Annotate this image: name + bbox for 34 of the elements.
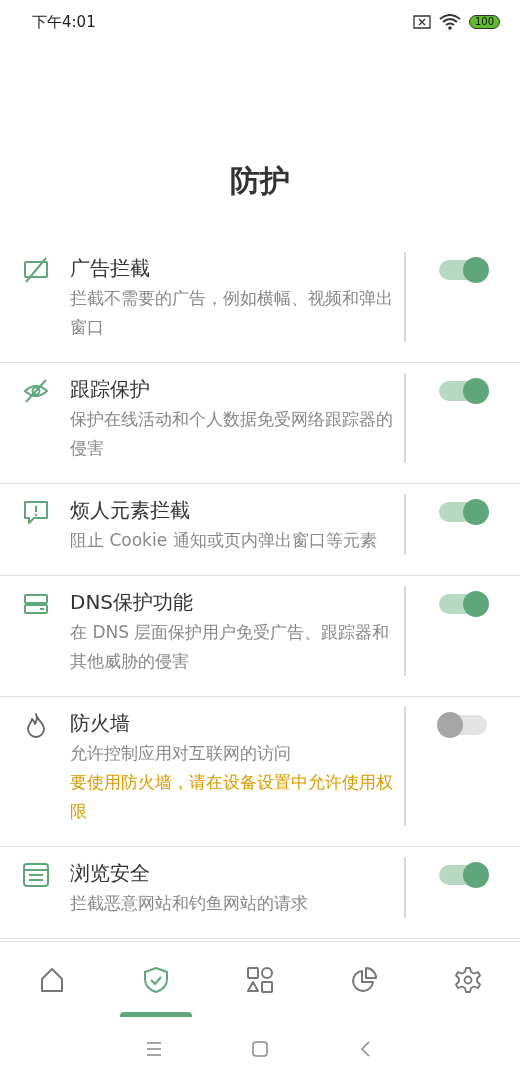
toggle-switch[interactable] — [439, 260, 487, 280]
status-time: 下午4:01 — [32, 12, 96, 32]
toggle-switch[interactable] — [439, 381, 487, 401]
shapes-icon — [246, 966, 274, 994]
setting-title: DNS保护功能 — [70, 589, 195, 616]
eye-crossed-icon — [22, 377, 50, 405]
setting-title: 广告拦截 — [70, 255, 151, 282]
toggle-switch[interactable] — [439, 865, 487, 885]
setting-title: 烦人元素拦截 — [70, 497, 191, 524]
setting-description: 拦截恶意网站和钓鱼网站的请求 — [70, 892, 309, 915]
settings-icon — [454, 966, 482, 994]
setting-description: 拦截不需要的广告，例如横幅、视频和弹出窗口 — [70, 287, 394, 339]
ad-blocked-icon — [22, 256, 50, 284]
setting-title: 浏览安全 — [70, 860, 151, 887]
toggle-switch[interactable] — [439, 502, 487, 522]
pie-chart-icon — [350, 966, 378, 994]
setting-description: 在 DNS 层面保护用户免受广告、跟踪器和其他威胁的侵害 — [70, 621, 391, 673]
permission-warning: 要使用防火墙，请在设备设置中允许使用权限 — [70, 771, 394, 823]
alert-bubble-icon — [22, 498, 50, 526]
sim-off-icon — [412, 15, 431, 29]
home-icon — [38, 966, 66, 994]
setting-title: 防火墙 — [70, 710, 131, 737]
wifi-icon — [438, 14, 461, 30]
setting-description: 允许控制应用对互联网的访问 — [70, 742, 292, 765]
setting-title: 跟踪保护 — [70, 376, 151, 403]
setting-description: 保护在线活动和个人数据免受网络跟踪器的侵害 — [70, 408, 394, 460]
toggle-switch[interactable] — [439, 594, 487, 614]
shield-check-icon — [142, 966, 170, 994]
battery-indicator: 100 — [468, 15, 500, 29]
setting-description: 阻止 Cookie 通知或页内弹出窗口等元素 — [70, 529, 378, 552]
toggle-switch[interactable] — [439, 715, 487, 735]
page-title: 防护 — [230, 162, 290, 200]
browser-window-icon — [22, 861, 50, 889]
square-icon[interactable] — [250, 1038, 270, 1059]
